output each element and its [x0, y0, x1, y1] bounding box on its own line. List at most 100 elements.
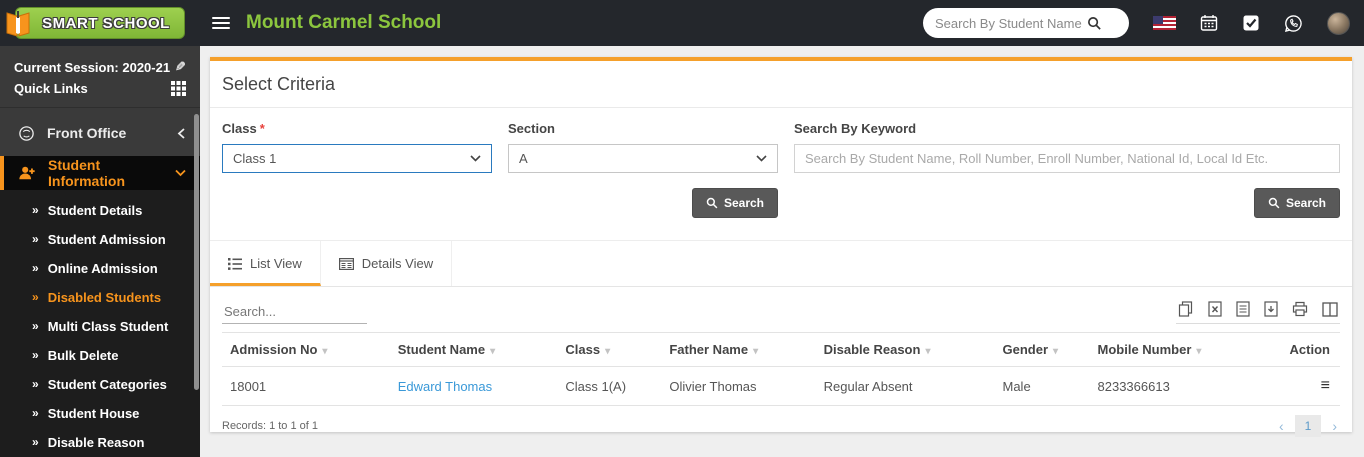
quick-links-label: Quick Links [14, 81, 88, 96]
header-search[interactable] [923, 8, 1129, 38]
sidebar-item-student-admission[interactable]: » Student Admission [0, 225, 200, 254]
buttons-row: Search Search [222, 188, 1340, 218]
sort-icon: ▾ [605, 346, 611, 357]
sidebar-scrollbar[interactable] [194, 114, 199, 390]
table-search-input[interactable] [222, 300, 367, 324]
chevron-left-icon [177, 127, 186, 139]
tab-details-view[interactable]: Details View [321, 241, 453, 286]
sidebar-item-student-information[interactable]: Student Information [0, 156, 200, 190]
whatsapp-chat-icon[interactable] [1284, 14, 1303, 33]
section-select-value: A [519, 151, 528, 166]
submenu-arrow-icon: » [32, 232, 39, 246]
class-search-button[interactable]: Search [691, 188, 778, 218]
menu-toggle-icon[interactable] [212, 14, 230, 32]
class-select-value: Class 1 [233, 151, 277, 166]
cell-class: Class 1(A) [557, 366, 662, 406]
submenu-arrow-icon: » [32, 261, 39, 275]
list-view-icon [228, 257, 242, 270]
sidebar-item-disabled-students[interactable]: » Disabled Students [0, 283, 200, 312]
sidebar-item-disable-reason[interactable]: » Disable Reason [0, 428, 200, 457]
cell-admission-no: 18001 [222, 366, 390, 406]
search-icon[interactable] [1087, 16, 1102, 31]
print-icon[interactable] [1292, 301, 1308, 317]
column-header-mobile-number[interactable]: Mobile Number ▾ [1089, 332, 1280, 367]
sidebar-item-online-admission[interactable]: » Online Admission [0, 254, 200, 283]
column-header-student-name[interactable]: Student Name ▾ [389, 332, 558, 367]
sidebar-item-multi-class-student[interactable]: » Multi Class Student [0, 312, 200, 341]
class-label: Class * [222, 121, 265, 136]
keyword-label: Search By Keyword [794, 121, 917, 136]
submenu-label: Bulk Delete [47, 348, 119, 363]
sidebar-item-student-categories[interactable]: » Student Categories [0, 370, 200, 399]
header-search-input[interactable] [935, 15, 1087, 31]
language-flag-icon[interactable] [1153, 16, 1176, 30]
section-select[interactable]: A [508, 144, 778, 173]
tab-list-view[interactable]: List View [210, 241, 321, 286]
student-name-link[interactable]: Edward Thomas [398, 379, 492, 394]
student-information-submenu: » Student Details » Student Admission » … [0, 190, 200, 457]
table-row: 18001 Edward Thomas Class 1(A) Olivier T… [222, 366, 1340, 406]
keyword-search-button[interactable]: Search [1253, 188, 1340, 218]
logo-text: SMART SCHOOL [42, 14, 170, 32]
sidebar-item-student-house[interactable]: » Student House [0, 399, 200, 428]
column-header-disable-reason[interactable]: Disable Reason ▾ [815, 332, 995, 367]
csv-export-icon[interactable] [1236, 301, 1250, 317]
column-header-father-name[interactable]: Father Name ▾ [661, 332, 816, 367]
edit-session-icon[interactable]: ✎ [175, 59, 186, 75]
pagination-page-1[interactable]: 1 [1294, 415, 1322, 437]
submenu-label: Student Categories [47, 377, 167, 392]
column-visibility-icon[interactable] [1322, 301, 1338, 317]
search-button-label: Search [723, 196, 764, 210]
submenu-label: Multi Class Student [47, 319, 169, 334]
quick-links-grid-icon[interactable] [171, 81, 186, 96]
export-buttons [1176, 301, 1340, 324]
submenu-label: Student House [47, 406, 140, 421]
smart-school-logo: SMART SCHOOL [6, 7, 185, 39]
table-toolbar [222, 287, 1340, 324]
logo-area[interactable]: SMART SCHOOL [0, 7, 200, 39]
sort-icon: ▾ [1196, 346, 1202, 357]
excel-export-icon[interactable] [1208, 301, 1222, 317]
sidebar-item-label: Student Information [48, 157, 125, 189]
sort-icon: ▾ [490, 346, 496, 357]
calendar-icon[interactable] [1200, 14, 1218, 32]
column-header-class[interactable]: Class ▾ [557, 332, 662, 367]
task-check-icon[interactable] [1242, 14, 1260, 32]
pagination-next-icon[interactable]: › [1329, 418, 1340, 434]
chevron-down-icon [175, 169, 186, 177]
view-tabs: List View Details View [210, 240, 1352, 287]
chevron-down-icon [470, 155, 481, 162]
records-summary: Records: 1 to 1 of 1 [222, 420, 318, 432]
tab-label: Details View [361, 256, 434, 271]
class-select[interactable]: Class 1 [222, 144, 492, 173]
search-button-label: Search [1285, 196, 1326, 210]
sidebar-item-bulk-delete[interactable]: » Bulk Delete [0, 341, 200, 370]
table-footer: Records: 1 to 1 of 1 ‹ 1 › [222, 406, 1340, 446]
copy-icon[interactable] [1178, 301, 1194, 317]
criteria-form: Class * Class 1 Section A Search By Keyw… [222, 108, 1340, 173]
submenu-label: Online Admission [47, 261, 158, 276]
pagination-prev-icon[interactable]: ‹ [1276, 418, 1287, 434]
row-action-menu-icon[interactable]: ≡ [1321, 377, 1330, 394]
submenu-label: Disable Reason [47, 435, 145, 450]
submenu-arrow-icon: » [32, 348, 39, 362]
pagination: ‹ 1 › [1276, 415, 1340, 437]
cell-mobile-number: 8233366613 [1089, 366, 1280, 406]
column-header-admission-no[interactable]: Admission No ▾ [222, 332, 390, 367]
submenu-arrow-icon: » [32, 377, 39, 391]
top-header: SMART SCHOOL Mount Carmel School [0, 0, 1364, 46]
current-session-label: Current Session: 2020-21 [14, 59, 171, 75]
submenu-arrow-icon: » [32, 203, 39, 217]
book-icon [4, 9, 32, 39]
user-avatar[interactable] [1327, 11, 1350, 35]
sidebar-item-front-office[interactable]: Front Office [0, 116, 200, 150]
sidebar-item-student-details[interactable]: » Student Details [0, 196, 200, 225]
select-criteria-card: Select Criteria Class* Class 1 Section [210, 57, 1352, 437]
pdf-export-icon[interactable] [1264, 301, 1278, 317]
chevron-down-icon [756, 155, 767, 162]
column-header-gender[interactable]: Gender ▾ [994, 332, 1090, 367]
section-label: Section [508, 121, 555, 136]
sort-icon: ▾ [1053, 346, 1059, 357]
keyword-input[interactable] [794, 144, 1340, 173]
sort-icon: ▾ [925, 346, 931, 357]
